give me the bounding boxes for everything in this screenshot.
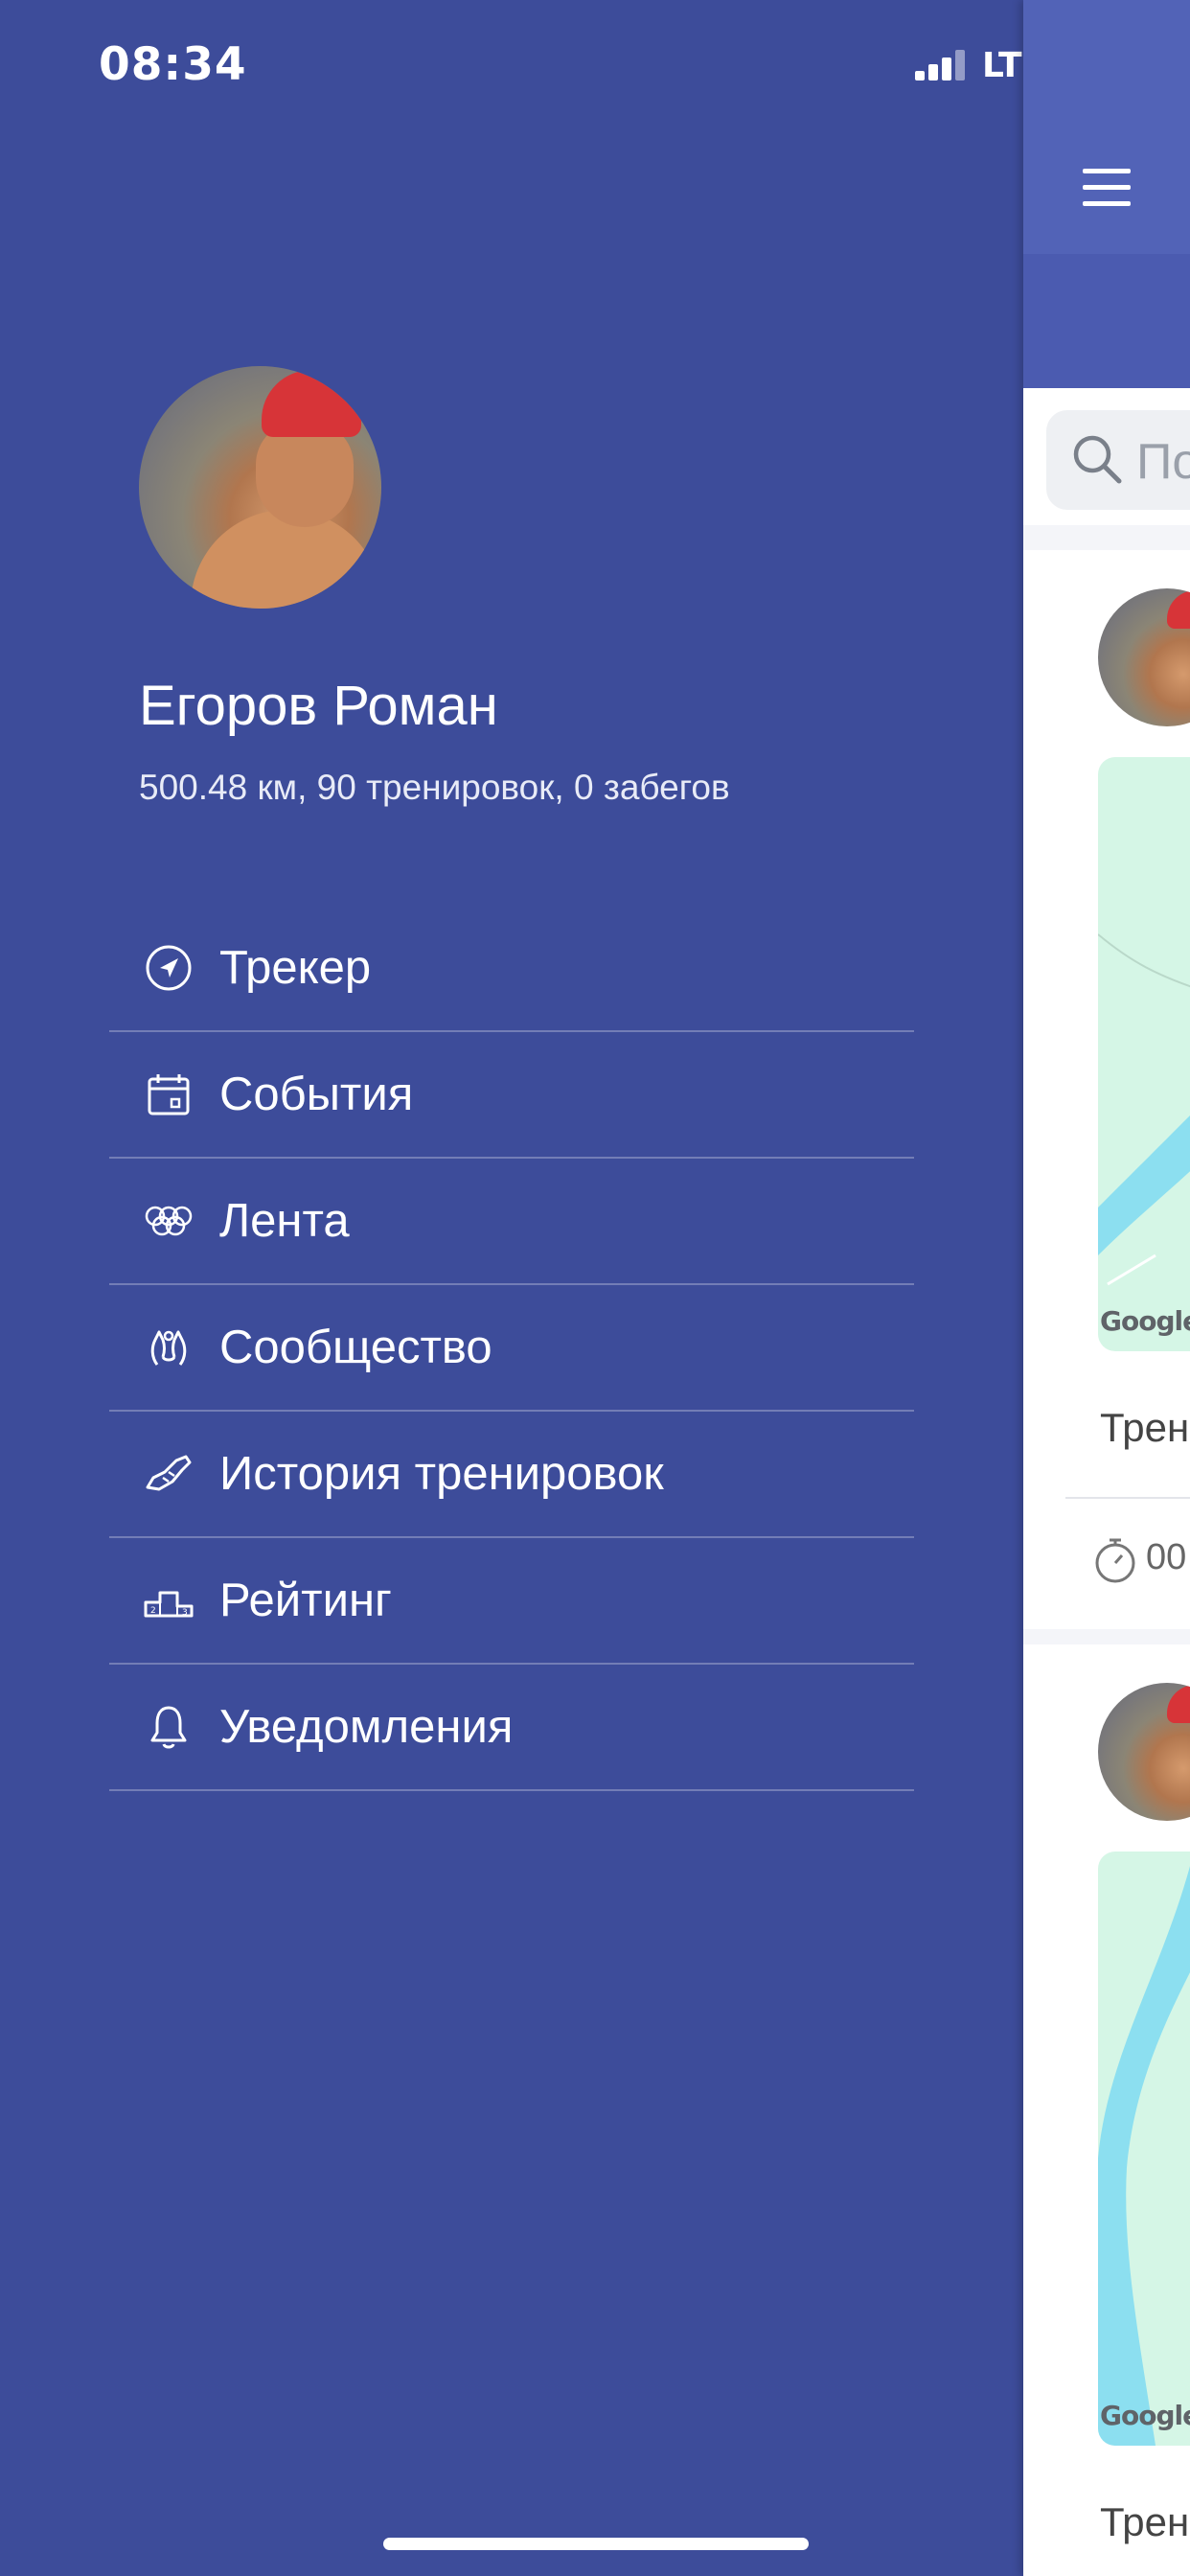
- route-map[interactable]: Google: [1098, 1852, 1190, 2446]
- menu-item-notifications[interactable]: Уведомления: [109, 1665, 914, 1791]
- menu-item-community[interactable]: Сообщество: [109, 1285, 914, 1412]
- profile-avatar[interactable]: [139, 366, 381, 609]
- drawer-menu: Трекер События Лента Сообщество История …: [109, 906, 914, 1791]
- menu-item-label: Рейтинг: [219, 1575, 392, 1626]
- profile-name[interactable]: Егоров Роман: [139, 674, 498, 738]
- feed-card-title: Трен: [1100, 2499, 1190, 2544]
- menu-item-label: Уведомления: [219, 1701, 514, 1753]
- svg-text:3: 3: [182, 1608, 188, 1618]
- menu-item-rating[interactable]: 2 3 Рейтинг: [109, 1538, 914, 1665]
- menu-item-label: Лента: [219, 1195, 350, 1247]
- navigation-arrow-icon: [146, 945, 192, 991]
- map-attribution: Google: [1100, 2400, 1190, 2431]
- divider: [1065, 1497, 1190, 1499]
- menu-item-label: Трекер: [219, 942, 372, 994]
- navigation-drawer: Егоров Роман 500.48 км, 90 тренировок, 0…: [0, 0, 1023, 2576]
- calendar-icon: [148, 1074, 190, 1116]
- community-hands-icon: [150, 1330, 187, 1366]
- menu-hamburger-icon[interactable]: [1083, 169, 1131, 207]
- search-icon: [1073, 435, 1122, 484]
- avatar[interactable]: [1098, 1683, 1190, 1821]
- podium-icon: 2 3: [144, 1591, 194, 1618]
- map-attribution: Google: [1100, 1305, 1190, 1337]
- menu-item-label: История тренировок: [219, 1448, 664, 1500]
- profile-stats: 500.48 км, 90 тренировок, 0 забегов: [139, 768, 730, 807]
- home-indicator[interactable]: [383, 2538, 809, 2550]
- feed-card[interactable]: Google Трен 00: [1023, 550, 1190, 1629]
- menu-item-label: События: [219, 1069, 414, 1120]
- app-header: [1023, 0, 1190, 254]
- feed-card-title: Трен: [1100, 1405, 1190, 1450]
- menu-item-workout-history[interactable]: История тренировок: [109, 1412, 914, 1538]
- feed-card[interactable]: Google Трен: [1023, 1644, 1190, 2576]
- route-map[interactable]: Google: [1098, 757, 1190, 1351]
- main-content-panel[interactable]: По Google Трен 00 Google Трен: [1023, 0, 1190, 2576]
- menu-item-feed[interactable]: Лента: [109, 1159, 914, 1285]
- feed-card-duration: 00: [1146, 1537, 1187, 1577]
- bell-icon: [150, 1706, 187, 1749]
- menu-item-label: Сообщество: [219, 1322, 492, 1373]
- stopwatch-icon: [1095, 1538, 1135, 1583]
- running-shoe-icon: [146, 1455, 192, 1491]
- svg-text:2: 2: [150, 1606, 156, 1616]
- app-header-tabs: [1023, 254, 1190, 388]
- search-placeholder: По: [1136, 434, 1190, 490]
- olympic-rings-icon: [145, 1206, 193, 1236]
- menu-item-events[interactable]: События: [109, 1032, 914, 1159]
- menu-item-tracker[interactable]: Трекер: [109, 906, 914, 1032]
- avatar[interactable]: [1098, 588, 1190, 726]
